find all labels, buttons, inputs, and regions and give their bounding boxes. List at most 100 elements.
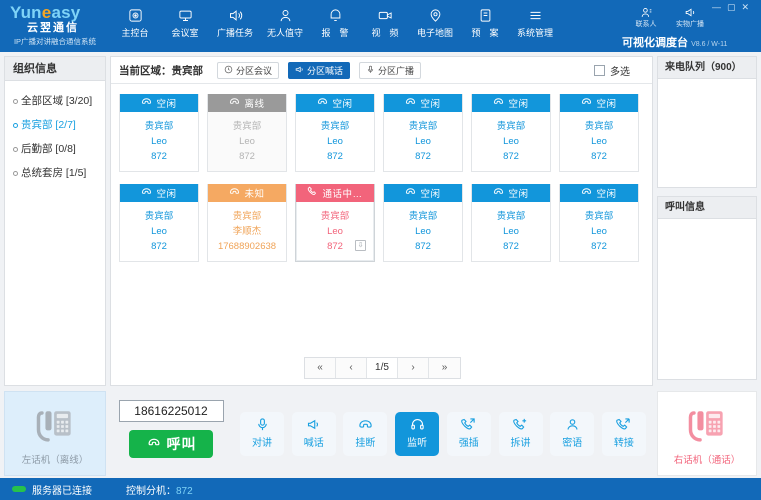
nav-label: 无人值守 [260, 27, 310, 40]
action-split-call[interactable]: 拆讲 [499, 412, 543, 456]
left-phone-panel[interactable]: 左话机（离线） [4, 391, 106, 476]
nav-item-plan[interactable]: 预 案 [460, 5, 510, 40]
call-button[interactable]: 呼叫 [129, 430, 213, 458]
card-number: 872 [560, 239, 638, 254]
zone-shout-button[interactable]: 分区喊话 [288, 62, 350, 79]
contacts-button[interactable]: 联系人 [624, 6, 668, 30]
physical-broadcast-button[interactable]: 实物广播 [668, 6, 712, 30]
tree-node-icon [13, 147, 18, 152]
call-direction-icon[interactable]: ⇩ [355, 240, 366, 251]
video-icon [360, 8, 410, 25]
nav-item-meeting-room[interactable]: 会议室 [160, 5, 210, 40]
card-status-header: 空闲 [120, 94, 198, 112]
maximize-button[interactable]: ▢ [727, 2, 742, 12]
nav-item-map[interactable]: 电子地图 [410, 5, 460, 40]
call-info-list[interactable] [658, 219, 756, 379]
incoming-queue-list[interactable] [658, 79, 756, 187]
action-listen[interactable]: 监听 [395, 412, 439, 456]
console-icon [110, 8, 160, 25]
action-hangup[interactable]: 挂断 [343, 412, 387, 456]
zone-broadcast-button[interactable]: 分区广播 [359, 62, 421, 79]
card-body: 贵宾部 Leo 872 [560, 202, 638, 261]
action-bar: 对讲 喊话 挂断 监听 强插 拆讲 密语 转接 [236, 391, 650, 476]
extension-card[interactable]: 空闲 贵宾部 Leo 872 [119, 184, 199, 262]
multiselect-toggle[interactable]: 多选 [594, 63, 644, 78]
extension-card[interactable]: 未知 贵宾部 李顺杰 17688902638 [207, 184, 287, 262]
extension-card[interactable]: 空闲 贵宾部 Leo 872 [559, 94, 639, 172]
extension-card[interactable]: 空闲 贵宾部 Leo 872 [119, 94, 199, 172]
action-label: 转接 [614, 437, 634, 451]
handset-idle-icon [405, 96, 420, 110]
incoming-queue-panel: 来电队列（900） [657, 56, 757, 188]
minimize-button[interactable]: — [712, 2, 727, 12]
brand-name-cn: 云翌通信 [6, 22, 110, 35]
card-status-header: 未知 [208, 184, 286, 202]
extension-card[interactable]: 空闲 贵宾部 Leo 872 [383, 94, 463, 172]
card-dept: 贵宾部 [384, 119, 462, 134]
action-label: 密语 [562, 437, 582, 451]
nav-item-unattended[interactable]: 无人值守 [260, 5, 310, 40]
page-first-button[interactable]: « [305, 358, 336, 378]
page-prev-button[interactable]: ‹ [336, 358, 367, 378]
page-last-button[interactable]: » [429, 358, 460, 378]
status-bar: 服务器已连接 控制分机：872 [0, 478, 761, 500]
extension-card[interactable]: 空闲 贵宾部 Leo 872 [471, 94, 551, 172]
control-extension-value: 872 [176, 486, 193, 497]
sidebar-item-all-areas[interactable]: 全部区域 [3/20] [11, 89, 105, 113]
ringing-handset-icon [307, 186, 322, 200]
card-dept: 贵宾部 [120, 119, 198, 134]
action-whisper[interactable]: 密语 [550, 412, 594, 456]
extension-card[interactable]: 空闲 贵宾部 Leo 872 [559, 184, 639, 262]
brand-logo-suffix: asy [51, 3, 80, 22]
handset-idle-icon [493, 96, 508, 110]
card-name: Leo [560, 134, 638, 149]
unattended-icon [260, 8, 310, 25]
pagination-group: « ‹ 1/5 › » [304, 357, 461, 379]
extension-card[interactable]: 空闲 贵宾部 Leo 872 [295, 94, 375, 172]
megaphone-icon [295, 65, 307, 76]
nav-item-console[interactable]: 主控台 [110, 5, 160, 40]
card-body: 贵宾部 Leo 872 [120, 202, 198, 261]
extension-card[interactable]: 通话中… 贵宾部 Leo 872⇩ [295, 184, 375, 262]
card-number: 872 [560, 149, 638, 164]
card-body: 贵宾部 Leo 872⇩ [296, 202, 374, 261]
sidebar-item-vip-dept[interactable]: 贵宾部 [2/7] [11, 113, 105, 137]
card-body: 贵宾部 Leo 872 [296, 112, 374, 171]
handset-idle-icon [493, 186, 508, 200]
card-name: 李顺杰 [208, 224, 286, 239]
left-phone-label: 左话机（离线） [22, 452, 89, 466]
page-next-button[interactable]: › [398, 358, 429, 378]
action-barge-in[interactable]: 强插 [447, 412, 491, 456]
nav-item-alarm[interactable]: 报 警 [310, 5, 360, 40]
extension-card[interactable]: 离线 贵宾部 Leo 872 [207, 94, 287, 172]
app-title-block: 可视化调度台 V8.6 / W-11 [622, 34, 727, 50]
action-shout[interactable]: 喊话 [292, 412, 336, 456]
extension-card[interactable]: 空闲 贵宾部 Leo 872 [471, 184, 551, 262]
nav-label: 主控台 [110, 27, 160, 40]
card-number: 872 [472, 239, 550, 254]
sidebar-item-presidential-suite[interactable]: 总统套房 [1/5] [11, 161, 105, 185]
action-intercom[interactable]: 对讲 [240, 412, 284, 456]
card-status-label: 空闲 [596, 186, 616, 200]
dial-number-input[interactable] [119, 400, 224, 422]
contacts-icon [624, 6, 668, 20]
card-number: 872 [208, 149, 286, 164]
alarm-icon [310, 8, 360, 25]
desk-phone-icon [686, 402, 728, 450]
close-button[interactable]: ✕ [741, 2, 755, 12]
nav-item-broadcast-task[interactable]: 广播任务 [210, 5, 260, 40]
action-transfer[interactable]: 转接 [602, 412, 646, 456]
extension-card[interactable]: 空闲 贵宾部 Leo 872 [383, 184, 463, 262]
meeting-room-icon [160, 8, 210, 25]
organization-sidebar: 组织信息 全部区域 [3/20] 贵宾部 [2/7] 后勤部 [0/8] 总统套… [4, 56, 106, 386]
card-name: Leo [472, 134, 550, 149]
handset-idle-icon [141, 186, 156, 200]
sidebar-item-logistics-dept[interactable]: 后勤部 [0/8] [11, 137, 105, 161]
handset-offline-icon [229, 96, 244, 110]
right-phone-panel[interactable]: 右话机（通话） [657, 391, 757, 476]
nav-item-video[interactable]: 视 频 [360, 5, 410, 40]
sidebar-item-count: [0/8] [55, 143, 75, 155]
nav-item-system-settings[interactable]: 系统管理 [510, 5, 560, 40]
multiselect-checkbox[interactable] [594, 65, 605, 76]
zone-meeting-button[interactable]: 分区会议 [217, 62, 279, 79]
